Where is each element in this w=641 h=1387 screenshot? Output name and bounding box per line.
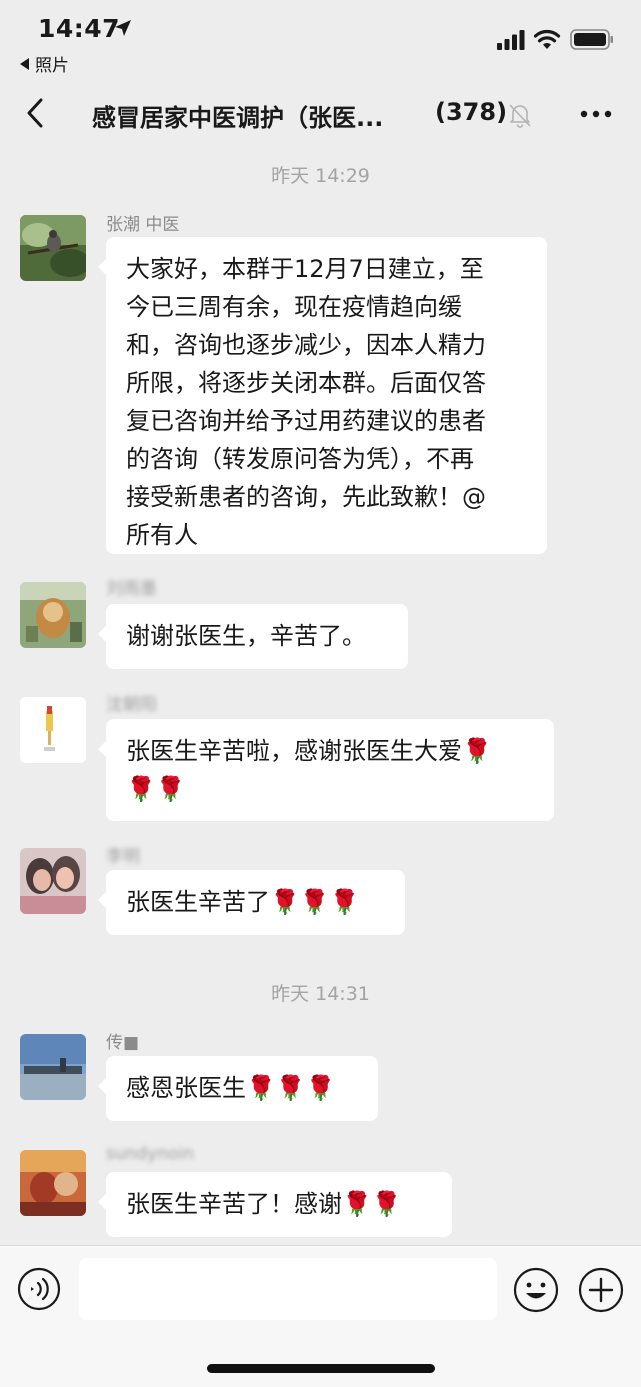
back-triangle-icon	[20, 57, 29, 70]
message-text-line: 张医生辛苦了！感谢🌹🌹	[126, 1190, 402, 1218]
sender-name: 刘雨墨	[106, 579, 157, 599]
status-bar: 14:47 照片	[0, 0, 641, 80]
message-text-line: 大家好，本群于12月7日建立，至	[126, 255, 484, 283]
avatar[interactable]	[20, 697, 86, 763]
message-text-line: 张医生辛苦啦，感谢张医生大爱🌹	[126, 737, 492, 765]
member-count: (378)	[435, 98, 508, 126]
sender-name: 张潮 中医	[106, 215, 180, 235]
group-title: 感冒居家中医调护（张医...	[92, 104, 384, 132]
location-arrow-icon	[115, 20, 131, 36]
back-to-app-link[interactable]: 照片	[20, 51, 69, 76]
avatar-image-icon	[20, 1034, 86, 1100]
message-bubble[interactable]: 感恩张医生🌹🌹🌹	[98, 1056, 378, 1121]
message-text-line: 今已三周有余，现在疫情趋向缓	[126, 293, 462, 321]
message-text-line: 接受新患者的咨询，先此致歉！@	[126, 483, 486, 511]
sender-name: sundynoin	[106, 1144, 194, 1164]
more-dots-icon[interactable]	[580, 110, 612, 118]
avatar[interactable]	[20, 848, 86, 914]
avatar-image-icon	[20, 697, 86, 763]
avatar[interactable]	[20, 582, 86, 648]
avatar[interactable]	[20, 1034, 86, 1100]
message-bubble[interactable]: 谢谢张医生，辛苦了。	[98, 604, 408, 669]
status-time: 14:47	[38, 14, 121, 43]
message-input[interactable]	[79, 1258, 497, 1320]
timestamp: 昨天 14:31	[271, 983, 370, 1005]
sender-name: 李明	[106, 847, 140, 867]
avatar[interactable]	[20, 215, 86, 281]
message-text-line: 所限，将逐步关闭本群。后面仅答	[126, 369, 486, 397]
message-bubble[interactable]: 张医生辛苦了🌹🌹🌹	[98, 870, 405, 935]
message-text-line: 感恩张医生🌹🌹🌹	[126, 1074, 336, 1102]
message-text-line: 所有人	[126, 521, 198, 549]
back-app-label: 照片	[35, 56, 69, 76]
avatar-image-icon	[20, 1150, 86, 1216]
voice-icon[interactable]	[17, 1267, 61, 1311]
message-text-line: 张医生辛苦了🌹🌹🌹	[126, 888, 360, 916]
emoji-icon[interactable]	[513, 1267, 559, 1313]
message-bubble[interactable]: 张医生辛苦啦，感谢张医生大爱🌹 🌹🌹	[98, 719, 554, 821]
message-text-line: 谢谢张医生，辛苦了。	[126, 622, 366, 650]
input-bar	[0, 1245, 641, 1387]
message-text-line: 复已咨询并给予过用药建议的患者	[126, 407, 486, 435]
message-text-line: 的咨询（转发原问答为凭），不再	[126, 445, 474, 473]
timestamp: 昨天 14:29	[271, 165, 370, 187]
sender-name: 传■	[106, 1033, 140, 1053]
message-list[interactable]: 昨天 14:29 张潮 中医 大家好，本群于12月7日建立，至 今已三周有余，现…	[0, 148, 641, 1245]
message-bubble[interactable]: 张医生辛苦了！感谢🌹🌹	[98, 1172, 452, 1237]
home-indicator	[207, 1364, 435, 1373]
battery-icon	[570, 29, 613, 50]
avatar-image-icon	[20, 215, 86, 281]
wifi-icon	[533, 29, 561, 49]
message-text-line: 🌹🌹	[126, 775, 186, 803]
chat-header: 感冒居家中医调护（张医... (378)	[0, 80, 641, 148]
mute-bell-icon	[509, 104, 531, 128]
avatar[interactable]	[20, 1150, 86, 1216]
message-text-line: 和，咨询也逐步减少，因本人精力	[126, 331, 486, 359]
avatar-image-icon	[20, 582, 86, 648]
sender-name: 沈朝阳	[106, 695, 157, 715]
back-chevron-icon[interactable]	[22, 96, 48, 130]
message-bubble[interactable]: 大家好，本群于12月7日建立，至 今已三周有余，现在疫情趋向缓 和，咨询也逐步减…	[98, 237, 547, 554]
plus-icon[interactable]	[578, 1267, 624, 1313]
signal-icon	[497, 30, 525, 50]
avatar-image-icon	[20, 848, 86, 914]
